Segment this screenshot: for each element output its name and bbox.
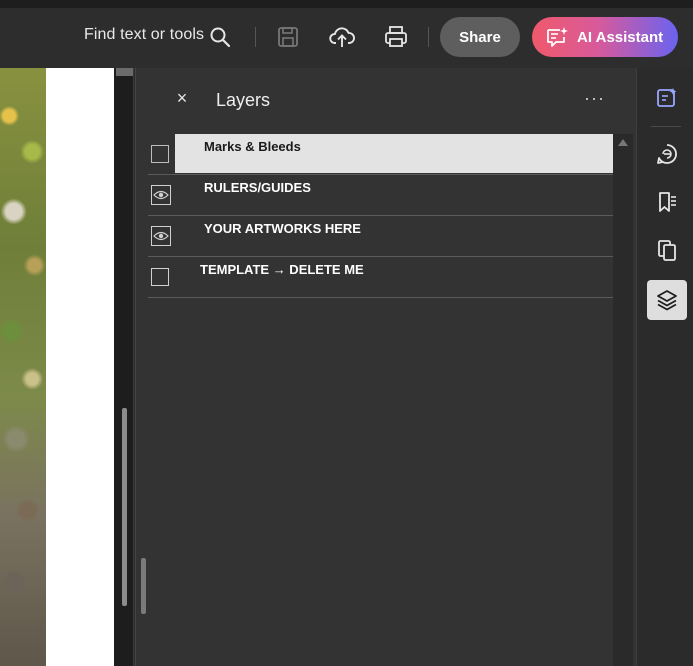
cloud-upload-icon[interactable] bbox=[329, 24, 355, 50]
layer-name: RULERS/GUIDES bbox=[204, 180, 311, 195]
more-options-icon[interactable]: ··· bbox=[584, 88, 605, 109]
eye-icon[interactable] bbox=[151, 226, 171, 246]
layers-panel: × Layers ··· Marks & Bleeds RULERS/GUIDE… bbox=[135, 68, 636, 666]
toolbar-divider bbox=[428, 27, 429, 47]
panel-title: Layers bbox=[216, 90, 271, 110]
document-scrollbar[interactable] bbox=[114, 68, 134, 666]
scrollbar-edge bbox=[133, 68, 134, 666]
layers-button[interactable] bbox=[647, 280, 687, 320]
eye-icon[interactable] bbox=[151, 185, 171, 205]
print-icon[interactable] bbox=[383, 24, 409, 50]
top-toolbar: Find text or tools Share AI Assistant bbox=[0, 0, 693, 69]
ai-assistant-label: AI Assistant bbox=[577, 28, 664, 46]
comment-edit-icon bbox=[657, 88, 677, 107]
document-page bbox=[46, 68, 114, 666]
pages-icon bbox=[658, 240, 676, 261]
layer-name: TEMPLATE → DELETE ME bbox=[200, 262, 364, 277]
share-button[interactable]: Share bbox=[440, 17, 520, 57]
right-tool-rail bbox=[636, 68, 693, 666]
document-artwork-image bbox=[0, 68, 46, 666]
ai-assistant-button[interactable]: AI Assistant bbox=[532, 17, 678, 57]
ai-summary-icon bbox=[657, 144, 677, 164]
layer-visibility-checkbox[interactable] bbox=[151, 268, 169, 286]
scrollbar-top-cap bbox=[116, 68, 134, 76]
panel-scroll-thumb[interactable] bbox=[141, 558, 146, 614]
comment-edit-button[interactable] bbox=[647, 78, 687, 118]
scroll-up-arrow-icon[interactable] bbox=[618, 139, 628, 146]
bookmarks-button[interactable] bbox=[647, 182, 687, 222]
title-strip bbox=[0, 0, 693, 8]
close-panel-button[interactable]: × bbox=[174, 89, 190, 107]
layers-scrollbar[interactable] bbox=[613, 134, 633, 666]
save-icon[interactable] bbox=[275, 24, 301, 50]
layer-visibility-checkbox[interactable] bbox=[151, 145, 169, 163]
bookmarks-icon bbox=[659, 192, 676, 212]
ai-summary-button[interactable] bbox=[647, 134, 687, 174]
layer-row-template[interactable]: TEMPLATE → DELETE ME bbox=[148, 257, 613, 298]
layer-row-rulers-guides[interactable]: RULERS/GUIDES bbox=[148, 175, 613, 216]
document-viewport[interactable] bbox=[0, 68, 114, 666]
rail-divider bbox=[651, 126, 681, 127]
layer-row-marks-bleeds[interactable]: Marks & Bleeds bbox=[148, 134, 613, 175]
toolbar-divider bbox=[255, 27, 256, 47]
layer-row-your-artworks[interactable]: YOUR ARTWORKS HERE bbox=[148, 216, 613, 257]
find-text-or-tools[interactable]: Find text or tools bbox=[84, 26, 204, 44]
pages-button[interactable] bbox=[647, 230, 687, 270]
layer-name: YOUR ARTWORKS HERE bbox=[204, 221, 361, 236]
scrollbar-thumb[interactable] bbox=[122, 408, 127, 606]
search-icon[interactable] bbox=[209, 26, 231, 48]
layer-name: Marks & Bleeds bbox=[204, 139, 301, 154]
layers-icon bbox=[657, 290, 677, 311]
ai-assistant-icon bbox=[547, 27, 568, 47]
